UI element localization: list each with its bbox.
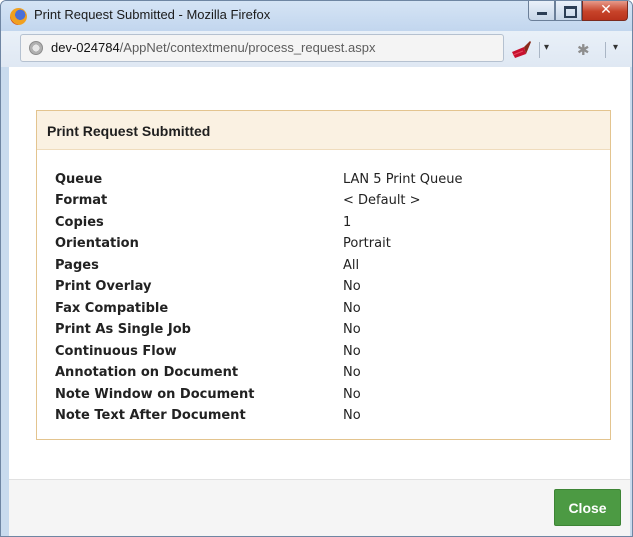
detail-row-format: Format < Default > bbox=[55, 193, 595, 213]
dialog-footer: Close bbox=[9, 479, 630, 536]
detail-row-continuous-flow: Continuous Flow No bbox=[55, 344, 595, 364]
detail-row-fax-compatible: Fax Compatible No bbox=[55, 301, 595, 321]
detail-label: Fax Compatible bbox=[55, 301, 169, 316]
broom-icon[interactable] bbox=[509, 38, 533, 60]
title-bar: Print Request Submitted - Mozilla Firefo… bbox=[1, 1, 632, 31]
detail-row-note-text: Note Text After Document No bbox=[55, 408, 595, 428]
print-request-panel: Print Request Submitted Queue LAN 5 Prin… bbox=[36, 110, 611, 440]
page-content: Print Request Submitted Queue LAN 5 Prin… bbox=[9, 67, 630, 536]
close-button[interactable]: Close bbox=[554, 489, 621, 526]
detail-value: No bbox=[343, 408, 361, 423]
maximize-button[interactable] bbox=[555, 1, 582, 21]
url-path: /AppNet/contextmenu/process_request.aspx bbox=[119, 40, 376, 55]
chevron-down-icon[interactable]: ▾ bbox=[613, 42, 618, 53]
detail-label: Note Text After Document bbox=[55, 408, 246, 423]
detail-value: No bbox=[343, 301, 361, 316]
detail-row-single-job: Print As Single Job No bbox=[55, 322, 595, 342]
detail-label: Note Window on Document bbox=[55, 387, 255, 402]
detail-row-copies: Copies 1 bbox=[55, 215, 595, 235]
detail-row-orientation: Orientation Portrait bbox=[55, 236, 595, 256]
detail-label: Queue bbox=[55, 172, 103, 187]
maximize-icon bbox=[564, 6, 577, 18]
detail-value: No bbox=[343, 387, 361, 402]
chevron-down-icon[interactable]: ▾ bbox=[544, 42, 549, 53]
url-host: dev-024784 bbox=[51, 40, 120, 55]
site-identity-icon[interactable] bbox=[29, 41, 43, 55]
detail-value: < Default > bbox=[343, 193, 421, 208]
detail-label: Print As Single Job bbox=[55, 322, 191, 337]
detail-label: Print Overlay bbox=[55, 279, 152, 294]
detail-label: Continuous Flow bbox=[55, 344, 177, 359]
toolbar-separator bbox=[539, 42, 540, 58]
detail-value: All bbox=[343, 258, 360, 273]
detail-row-print-overlay: Print Overlay No bbox=[55, 279, 595, 299]
window-title: Print Request Submitted - Mozilla Firefo… bbox=[34, 7, 271, 22]
panel-header: Print Request Submitted bbox=[37, 111, 610, 150]
window-controls: ✕ bbox=[528, 1, 628, 23]
detail-value: No bbox=[343, 279, 361, 294]
minimize-button[interactable] bbox=[528, 1, 555, 21]
bug-icon[interactable]: ✱ bbox=[577, 41, 590, 59]
address-bar[interactable]: dev-024784/AppNet/contextmenu/process_re… bbox=[20, 34, 504, 62]
close-icon: ✕ bbox=[600, 2, 612, 18]
window-close-button[interactable]: ✕ bbox=[582, 1, 628, 21]
panel-title: Print Request Submitted bbox=[47, 123, 211, 139]
detail-row-queue: Queue LAN 5 Print Queue bbox=[55, 172, 595, 192]
detail-row-note-window: Note Window on Document No bbox=[55, 387, 595, 407]
detail-label: Annotation on Document bbox=[55, 365, 239, 380]
detail-value: Portrait bbox=[343, 236, 391, 251]
url-text: dev-024784/AppNet/contextmenu/process_re… bbox=[51, 40, 375, 55]
minimize-icon bbox=[537, 12, 547, 15]
detail-value: No bbox=[343, 322, 361, 337]
detail-label: Format bbox=[55, 193, 108, 208]
firefox-icon bbox=[10, 8, 27, 25]
detail-label: Copies bbox=[55, 215, 104, 230]
detail-value: 1 bbox=[343, 215, 352, 230]
detail-row-annotation: Annotation on Document No bbox=[55, 365, 595, 385]
browser-window: Print Request Submitted - Mozilla Firefo… bbox=[0, 0, 633, 537]
detail-value: No bbox=[343, 365, 361, 380]
detail-row-pages: Pages All bbox=[55, 258, 595, 278]
detail-label: Orientation bbox=[55, 236, 139, 251]
detail-label: Pages bbox=[55, 258, 99, 273]
detail-value: LAN 5 Print Queue bbox=[343, 172, 463, 187]
toolbar-separator bbox=[605, 42, 606, 58]
detail-value: No bbox=[343, 344, 361, 359]
